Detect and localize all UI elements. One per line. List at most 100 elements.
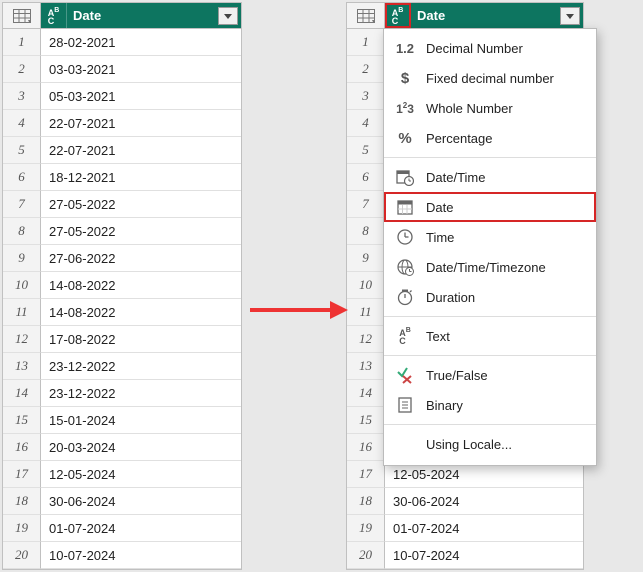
cell-date[interactable]: 30-06-2024 <box>385 488 583 515</box>
menu-item-time[interactable]: Time <box>384 222 596 252</box>
row-number: 8 <box>347 218 385 245</box>
row-number: 18 <box>3 488 41 515</box>
cell-date[interactable]: 27-05-2022 <box>41 218 241 245</box>
menu-item-date-time-timezone[interactable]: Date/Time/Timezone <box>384 252 596 282</box>
table-row[interactable]: 1901-07-2024 <box>347 515 583 542</box>
table-row[interactable]: 305-03-2021 <box>3 83 241 110</box>
table-row[interactable]: 1830-06-2024 <box>347 488 583 515</box>
row-number: 16 <box>3 434 41 461</box>
column-type-button[interactable]: ABC <box>41 3 67 28</box>
table-row[interactable]: 1901-07-2024 <box>3 515 241 542</box>
table-row[interactable]: 827-05-2022 <box>3 218 241 245</box>
row-number: 14 <box>347 380 385 407</box>
cell-date[interactable]: 30-06-2024 <box>41 488 241 515</box>
row-number: 17 <box>347 461 385 488</box>
row-number: 19 <box>347 515 385 542</box>
column-header-date[interactable]: ABC Date <box>41 3 241 29</box>
cell-date[interactable]: 27-06-2022 <box>41 245 241 272</box>
table-row[interactable]: 203-03-2021 <box>3 56 241 83</box>
row-number: 18 <box>347 488 385 515</box>
table-row[interactable]: 1423-12-2022 <box>3 380 241 407</box>
column-header-label: Date <box>67 8 218 23</box>
menu-item-fixed-decimal-number[interactable]: $ Fixed decimal number <box>384 63 596 93</box>
column-filter-button[interactable] <box>560 7 580 25</box>
row-number: 11 <box>347 299 385 326</box>
cell-date[interactable]: 23-12-2022 <box>41 353 241 380</box>
table-row[interactable]: 2010-07-2024 <box>3 542 241 569</box>
menu-item-label: Duration <box>426 290 475 305</box>
menu-item-date-time[interactable]: Date/Time <box>384 162 596 192</box>
menu-item-duration[interactable]: Duration <box>384 282 596 312</box>
table-row[interactable]: 1323-12-2022 <box>3 353 241 380</box>
cell-date[interactable]: 01-07-2024 <box>385 515 583 542</box>
row-number: 6 <box>3 164 41 191</box>
table-row[interactable]: 1114-08-2022 <box>3 299 241 326</box>
cell-date[interactable]: 22-07-2021 <box>41 137 241 164</box>
row-number: 15 <box>3 407 41 434</box>
cell-date[interactable]: 27-05-2022 <box>41 191 241 218</box>
datetime-icon <box>394 166 416 188</box>
menu-item-decimal-number[interactable]: 1.2Decimal Number <box>384 33 596 63</box>
menu-item-label: Whole Number <box>426 101 513 116</box>
cell-date[interactable]: 12-05-2024 <box>41 461 241 488</box>
table-row[interactable]: 522-07-2021 <box>3 137 241 164</box>
table-row[interactable]: 1620-03-2024 <box>3 434 241 461</box>
whole-icon: 123 <box>394 97 416 119</box>
menu-divider <box>384 157 596 158</box>
row-number: 20 <box>347 542 385 569</box>
type-dropdown-menu: 1.2Decimal Number $ Fixed decimal number 12… <box>383 28 597 466</box>
table-corner-button[interactable] <box>347 3 385 29</box>
table-row[interactable]: 128-02-2021 <box>3 29 241 56</box>
cell-date[interactable]: 10-07-2024 <box>385 542 583 569</box>
menu-item-binary[interactable]: Binary <box>384 390 596 420</box>
menu-divider <box>384 355 596 356</box>
cell-date[interactable]: 03-03-2021 <box>41 56 241 83</box>
cell-date[interactable]: 05-03-2021 <box>41 83 241 110</box>
menu-item-text[interactable]: ABCText <box>384 321 596 351</box>
menu-item-label: Time <box>426 230 454 245</box>
row-number: 20 <box>3 542 41 569</box>
table-row[interactable]: 927-06-2022 <box>3 245 241 272</box>
table-row[interactable]: 618-12-2021 <box>3 164 241 191</box>
cell-date[interactable]: 17-08-2022 <box>41 326 241 353</box>
menu-item-percentage[interactable]: %Percentage <box>384 123 596 153</box>
cell-date[interactable]: 18-12-2021 <box>41 164 241 191</box>
right-header-row: ABC Date <box>347 3 583 29</box>
table-row[interactable]: 1217-08-2022 <box>3 326 241 353</box>
menu-item-label: Fixed decimal number <box>426 71 554 86</box>
table-row[interactable]: 1712-05-2024 <box>3 461 241 488</box>
cell-date[interactable]: 23-12-2022 <box>41 380 241 407</box>
table-row[interactable]: 1830-06-2024 <box>3 488 241 515</box>
row-number: 10 <box>347 272 385 299</box>
cell-date[interactable]: 22-07-2021 <box>41 110 241 137</box>
table-row[interactable]: 727-05-2022 <box>3 191 241 218</box>
table-corner-button[interactable] <box>3 3 41 29</box>
menu-item-label: True/False <box>426 368 488 383</box>
dollar-icon: $ <box>394 67 416 89</box>
column-header-date[interactable]: ABC Date <box>385 3 583 29</box>
left-header-row: ABC Date <box>3 3 241 29</box>
menu-item-date[interactable]: Date <box>384 192 596 222</box>
row-number: 15 <box>347 407 385 434</box>
cell-date[interactable]: 15-01-2024 <box>41 407 241 434</box>
column-type-button[interactable]: ABC <box>385 3 411 28</box>
menu-item-true-false[interactable]: True/False <box>384 360 596 390</box>
left-table-body: 128-02-2021203-03-2021305-03-2021422-07-… <box>3 29 241 569</box>
column-filter-button[interactable] <box>218 7 238 25</box>
cell-date[interactable]: 20-03-2024 <box>41 434 241 461</box>
menu-item-using-locale[interactable]: Using Locale... <box>384 429 596 459</box>
table-row[interactable]: 2010-07-2024 <box>347 542 583 569</box>
menu-item-whole-number[interactable]: 123 Whole Number <box>384 93 596 123</box>
cell-date[interactable]: 14-08-2022 <box>41 299 241 326</box>
cell-date[interactable]: 10-07-2024 <box>41 542 241 569</box>
row-number: 3 <box>3 83 41 110</box>
table-row[interactable]: 422-07-2021 <box>3 110 241 137</box>
row-number: 2 <box>347 56 385 83</box>
cell-date[interactable]: 01-07-2024 <box>41 515 241 542</box>
table-row[interactable]: 1515-01-2024 <box>3 407 241 434</box>
table-row[interactable]: 1014-08-2022 <box>3 272 241 299</box>
menu-item-label: Date/Time <box>426 170 485 185</box>
row-number: 11 <box>3 299 41 326</box>
cell-date[interactable]: 14-08-2022 <box>41 272 241 299</box>
cell-date[interactable]: 28-02-2021 <box>41 29 241 56</box>
